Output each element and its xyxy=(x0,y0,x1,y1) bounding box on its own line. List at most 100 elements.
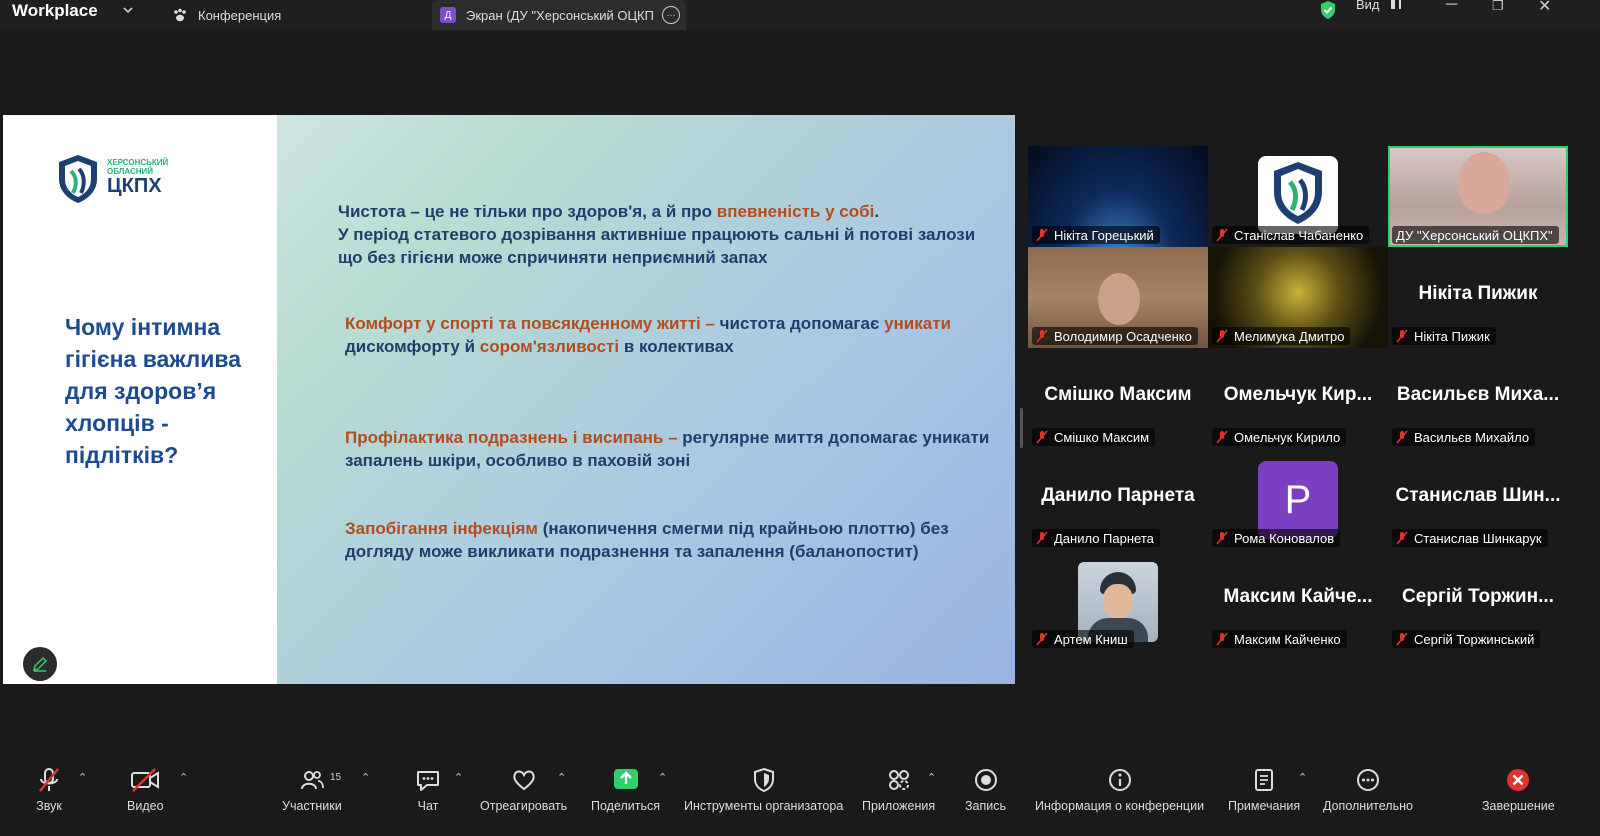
p2-text-2: дискомфорту й xyxy=(345,337,480,356)
participant-video xyxy=(1458,152,1510,214)
security-shield-icon[interactable] xyxy=(1318,0,1340,19)
participant-tile[interactable]: Омельчук Кир... Омельчук Кирило xyxy=(1208,348,1388,449)
participant-name: Володимир Осадченко xyxy=(1054,328,1192,344)
participant-name: ДУ "Херсонський ОЦКПХ" xyxy=(1396,227,1553,243)
participant-name: Данило Парнета xyxy=(1054,530,1154,546)
apps-options-caret-icon[interactable]: ⌃ xyxy=(927,771,936,784)
p1-highlight: впевненість у собі xyxy=(716,202,875,221)
p3-highlight: Профілактика подразнень і висипань – xyxy=(345,428,678,447)
notes-options-caret-icon[interactable]: ⌃ xyxy=(1298,771,1307,784)
audio-options-caret-icon[interactable]: ⌃ xyxy=(78,771,87,784)
participant-tile[interactable]: Данило Парнета Данило Парнета xyxy=(1028,449,1208,550)
notes-button[interactable]: Примечания xyxy=(1228,765,1300,813)
apps-button[interactable]: Приложения xyxy=(862,765,935,813)
mic-muted-icon xyxy=(1036,531,1048,545)
p1-text-end: . xyxy=(874,202,880,221)
more-button[interactable]: Дополнительно xyxy=(1323,765,1413,813)
pencil-icon xyxy=(32,656,48,672)
mic-muted-icon xyxy=(1216,430,1228,444)
annotate-button[interactable] xyxy=(23,647,57,681)
participant-name: Станислав Шинкарук xyxy=(1414,530,1542,546)
chat-icon xyxy=(413,765,443,795)
grid-view-icon xyxy=(1391,0,1402,9)
notes-icon xyxy=(1249,765,1279,795)
organization-logo: ХЕРСОНСЬКИЙ ОБЛАСНИЙ ЦКПХ xyxy=(55,153,175,209)
participant-tile[interactable]: Артем Книш xyxy=(1028,550,1208,651)
p2-text-3: в колективах xyxy=(619,337,734,356)
chevron-down-icon[interactable] xyxy=(122,4,134,19)
more-icon[interactable]: ··· xyxy=(661,6,680,24)
video-button[interactable]: Видео xyxy=(127,765,164,813)
participant-display-name: Данило Парнета xyxy=(1041,485,1195,506)
tab-conference-label: Конференция xyxy=(198,7,282,23)
view-button[interactable]: Вид xyxy=(1356,0,1402,12)
record-label: Запись xyxy=(965,799,1007,813)
more-label: Дополнительно xyxy=(1323,799,1413,813)
react-label: Отреагировать xyxy=(480,799,568,813)
record-button[interactable]: Запись xyxy=(965,765,1006,813)
participant-tile[interactable]: Нікіта Пижик Нікіта Пижик xyxy=(1388,247,1568,348)
meeting-info-button[interactable]: Информация о конференции xyxy=(1035,765,1204,813)
react-button[interactable]: Отреагировать xyxy=(480,765,567,813)
mic-muted-icon xyxy=(1216,228,1228,242)
avatar xyxy=(1258,156,1338,234)
participant-tile[interactable]: Сергій Торжин... Сергій Торжинський xyxy=(1388,550,1568,651)
app-brand[interactable]: zoom Workplace xyxy=(12,0,112,28)
participant-tile[interactable]: Смішко Максим Смішко Максим xyxy=(1028,348,1208,449)
record-icon xyxy=(971,765,1001,795)
chat-options-caret-icon[interactable]: ⌃ xyxy=(454,771,463,784)
mic-muted-icon xyxy=(1036,632,1048,646)
end-meeting-button[interactable]: Завершение xyxy=(1482,765,1555,813)
participant-display-name: Максим Кайче... xyxy=(1223,586,1373,607)
mic-muted-icon xyxy=(1396,632,1408,646)
participant-label: Максим Кайченко xyxy=(1212,630,1347,648)
tab-screen-share[interactable]: Д Экран (ДУ "Херсонський ОЦКП ··· xyxy=(432,0,686,30)
participant-name: Смішко Максим xyxy=(1054,429,1150,445)
restore-icon[interactable]: ❐ xyxy=(1492,0,1504,14)
participant-label: Володимир Осадченко xyxy=(1032,327,1198,345)
participants-options-caret-icon[interactable]: ⌃ xyxy=(361,771,370,784)
share-button[interactable]: Поделиться xyxy=(591,765,660,813)
participant-display-name: Нікіта Пижик xyxy=(1418,283,1538,304)
tab-conference[interactable]: Конференция xyxy=(172,0,281,30)
participant-tile[interactable]: Станислав Шин... Станислав Шинкарук xyxy=(1388,449,1568,550)
participant-tile[interactable]: Станіслав Чабаненко xyxy=(1208,146,1388,247)
participant-label: Васильєв Михайло xyxy=(1392,428,1536,446)
participant-tile[interactable]: Васильєв Миха... Васильєв Михайло xyxy=(1388,348,1568,449)
audio-button[interactable]: Звук xyxy=(34,765,64,813)
participant-tile[interactable]: Максим Кайче... Максим Кайченко xyxy=(1208,550,1388,651)
participant-name: Максим Кайченко xyxy=(1234,631,1341,647)
participant-display-name: Васильєв Миха... xyxy=(1396,384,1560,405)
participants-label: Участники xyxy=(282,799,342,813)
participant-tile[interactable]: P Рома Коновалов xyxy=(1208,449,1388,550)
close-icon[interactable]: ✕ xyxy=(1538,0,1551,16)
avatar: P xyxy=(1258,461,1338,539)
host-tools-button[interactable]: Инструменты организатора xyxy=(684,765,843,813)
meeting-info-label: Информация о конференции xyxy=(1035,799,1205,813)
end-call-icon xyxy=(1503,765,1533,795)
info-icon xyxy=(1105,765,1135,795)
mic-muted-icon xyxy=(1036,430,1048,444)
participant-tile[interactable]: Володимир Осадченко xyxy=(1028,247,1208,348)
minimize-icon[interactable]: ─ xyxy=(1446,0,1457,14)
react-options-caret-icon[interactable]: ⌃ xyxy=(557,771,566,784)
panel-splitter[interactable] xyxy=(1020,408,1023,448)
participant-label: Станіслав Чабаненко xyxy=(1212,226,1370,244)
mic-muted-icon xyxy=(1036,228,1048,242)
participant-tile[interactable]: Нікіта Горецький xyxy=(1028,146,1208,247)
video-options-caret-icon[interactable]: ⌃ xyxy=(179,771,188,784)
shield-icon xyxy=(749,765,779,795)
participant-display-name: Станислав Шин... xyxy=(1395,485,1561,506)
p2-highlight-1: Комфорт у спорті та повсякденному житті … xyxy=(345,314,715,333)
p1-text: Чистота – це не тільки про здоров'я, а й… xyxy=(338,202,717,221)
p4-highlight: Запобігання інфекціям xyxy=(345,519,538,538)
participant-tile[interactable]: Мелимука Дмитро xyxy=(1208,247,1388,348)
mic-muted-icon xyxy=(34,765,64,795)
logo-small-line-1: ХЕРСОНСЬКИЙ xyxy=(107,158,169,167)
host-tools-label: Инструменты организатора xyxy=(684,799,844,813)
audio-label: Звук xyxy=(36,799,62,813)
video-label: Видео xyxy=(127,799,164,813)
chat-button[interactable]: Чат xyxy=(413,765,443,813)
participant-tile-active-speaker[interactable]: ДУ "Херсонський ОЦКПХ" xyxy=(1388,146,1568,247)
share-options-caret-icon[interactable]: ⌃ xyxy=(658,771,667,784)
